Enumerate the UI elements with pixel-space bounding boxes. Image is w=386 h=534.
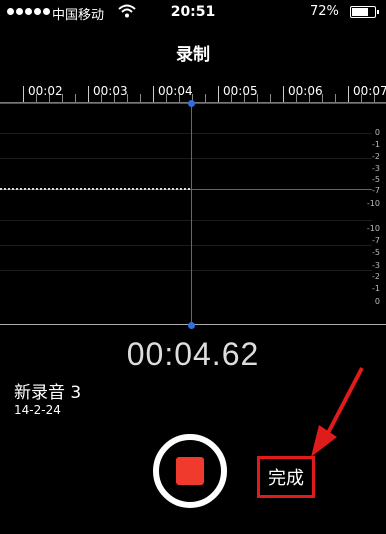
db-scale-label: -5 bbox=[372, 248, 380, 257]
record-stop-button[interactable] bbox=[153, 434, 227, 508]
db-scale-label: 0 bbox=[374, 128, 380, 137]
waveform-view: 0 -1 -2 -3 -5 -7 -10 -10 -7 -5 -3 -2 -1 … bbox=[0, 103, 386, 325]
status-bar: 中国移动 20:51 72% bbox=[0, 0, 386, 24]
db-scale-label: -1 bbox=[372, 140, 380, 149]
playhead-bottom-handle[interactable] bbox=[188, 322, 195, 329]
annotation-arrow-icon bbox=[311, 367, 364, 457]
timeline-label: 00:06 bbox=[288, 84, 323, 98]
timeline-label: 00:04 bbox=[158, 84, 193, 98]
battery-icon bbox=[350, 6, 379, 18]
db-scale-label: -7 bbox=[372, 236, 380, 245]
timeline-label: 00:07 bbox=[353, 84, 386, 98]
timeline-tick bbox=[283, 86, 284, 102]
stop-icon bbox=[176, 457, 204, 485]
timeline-label: 00:02 bbox=[28, 84, 63, 98]
db-scale-label: -10 bbox=[366, 224, 380, 233]
db-scale-label: -7 bbox=[372, 186, 380, 195]
db-scale-label: -1 bbox=[372, 284, 380, 293]
playhead-top-handle[interactable] bbox=[188, 100, 195, 107]
db-scale-label: 0 bbox=[374, 297, 380, 306]
db-scale-label: -5 bbox=[372, 175, 380, 184]
timeline-tick bbox=[153, 86, 154, 102]
timeline-label: 00:03 bbox=[93, 84, 128, 98]
db-scale-label: -3 bbox=[372, 164, 380, 173]
playhead[interactable] bbox=[191, 103, 192, 325]
db-scale-label: -3 bbox=[372, 261, 380, 270]
done-button[interactable]: 完成 bbox=[257, 456, 315, 498]
timeline-tick bbox=[218, 86, 219, 102]
timeline-tick bbox=[348, 86, 349, 102]
db-scale-label: -2 bbox=[372, 272, 380, 281]
page-title: 录制 bbox=[176, 45, 210, 65]
db-scale-label: -10 bbox=[366, 199, 380, 208]
db-scale-label: -2 bbox=[372, 152, 380, 161]
timeline-label: 00:05 bbox=[223, 84, 258, 98]
recording-date: 14-2-24 bbox=[14, 403, 61, 417]
audio-waveform bbox=[0, 188, 192, 190]
timeline-tick bbox=[23, 86, 24, 102]
battery-percentage: 72% bbox=[310, 4, 339, 19]
recording-name[interactable]: 新录音 3 bbox=[14, 378, 81, 403]
done-label: 完成 bbox=[268, 468, 304, 489]
timeline-tick bbox=[88, 86, 89, 102]
